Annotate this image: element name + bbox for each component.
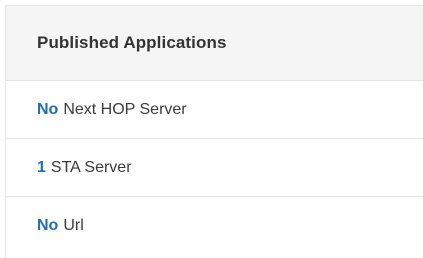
panel-title: Published Applications [37,33,227,52]
url-count: No [37,217,59,234]
next-hop-server-count: No [37,100,59,118]
list-item-next-hop-server[interactable]: No Next HOP Server [6,81,423,139]
published-applications-panel: Published Applications No Next HOP Serve… [5,5,423,258]
list-item-url[interactable]: No Url [6,197,423,255]
sta-server-label: STA Server [50,158,132,176]
url-label: Url [63,217,84,234]
panel-header: Published Applications [6,6,423,81]
next-hop-server-label: Next HOP Server [63,100,187,118]
list-item-sta-server[interactable]: 1 STA Server [6,139,423,197]
sta-server-count: 1 [37,158,46,176]
